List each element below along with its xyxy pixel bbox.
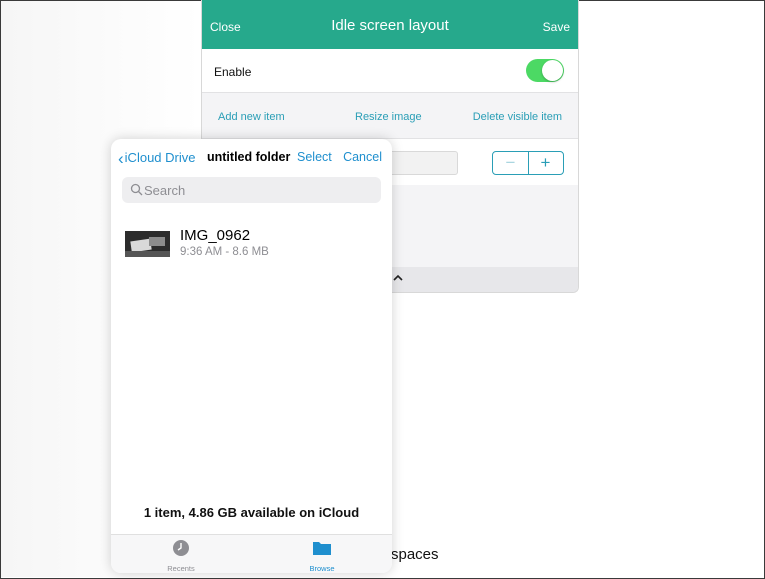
search-input[interactable] xyxy=(144,180,364,200)
save-button[interactable]: Save xyxy=(543,20,570,34)
tab-browse-label: Browse xyxy=(309,564,335,573)
chevron-up-icon[interactable] xyxy=(392,272,404,284)
file-meta: 9:36 AM - 8.6 MB xyxy=(180,246,269,258)
background-text: spaces xyxy=(391,546,439,563)
back-button[interactable]: ‹iCloud Drive xyxy=(118,149,195,169)
actions-row: Add new item Resize image Delete visible… xyxy=(202,93,578,139)
storage-info: 1 item, 4.86 GB available on iCloud xyxy=(143,505,360,520)
folder-icon xyxy=(313,542,331,555)
delete-visible-item-button[interactable]: Delete visible item xyxy=(473,111,562,123)
search-icon xyxy=(130,183,143,196)
select-button[interactable]: Select xyxy=(297,150,332,164)
tab-bar: Recents Browse xyxy=(111,534,392,573)
picker-navbar: ‹iCloud Drive untitled folder Select Can… xyxy=(111,139,392,175)
folder-title: untitled folder xyxy=(207,150,291,164)
enable-toggle[interactable] xyxy=(526,59,564,82)
size-stepper[interactable]: − + xyxy=(492,151,564,175)
list-item[interactable]: IMG_0962 9:36 AM - 8.6 MB xyxy=(125,225,381,265)
clock-icon xyxy=(173,540,189,556)
file-name: IMG_0962 xyxy=(180,227,251,244)
chevron-left-icon: ‹ xyxy=(118,149,124,168)
size-field[interactable] xyxy=(382,151,458,175)
back-label: iCloud Drive xyxy=(124,150,196,165)
add-new-item-button[interactable]: Add new item xyxy=(218,111,285,123)
search-bar[interactable] xyxy=(122,177,381,203)
decrement-button[interactable]: − xyxy=(493,152,529,174)
tab-browse[interactable]: Browse xyxy=(277,539,367,573)
tab-recents[interactable]: Recents xyxy=(136,539,226,573)
panel-title: Idle screen layout xyxy=(331,17,449,34)
increment-button[interactable]: + xyxy=(528,152,563,174)
toggle-knob xyxy=(542,60,563,81)
enable-label: Enable xyxy=(214,65,252,79)
resize-image-button[interactable]: Resize image xyxy=(355,111,422,123)
cancel-button[interactable]: Cancel xyxy=(343,150,382,164)
icloud-picker: ‹iCloud Drive untitled folder Select Can… xyxy=(111,139,392,573)
tab-recents-label: Recents xyxy=(167,564,195,573)
enable-row: Enable xyxy=(202,49,578,93)
panel-header: Close Idle screen layout Save xyxy=(202,0,578,49)
file-thumbnail xyxy=(125,231,170,257)
